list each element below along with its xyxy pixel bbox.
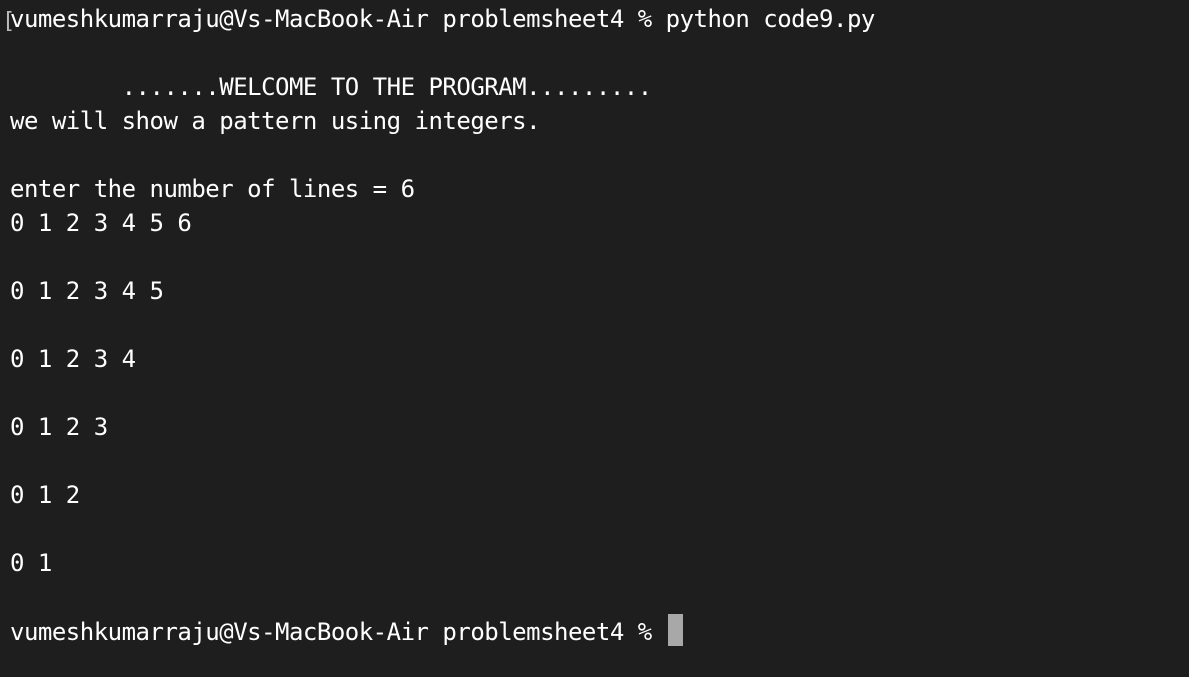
- pattern-line: 0 1 2 3 4 5: [10, 277, 164, 305]
- terminal-window[interactable]: [ vumeshkumarraju@Vs-MacBook-Air problem…: [0, 0, 1189, 677]
- shell-prompt-line[interactable]: vumeshkumarraju@Vs-MacBook-Air problemsh…: [10, 614, 1189, 648]
- pattern-line: 0 1: [10, 549, 52, 577]
- pattern-line: 0 1 2: [10, 481, 80, 509]
- pattern-line: 0 1 2 3: [10, 413, 108, 441]
- command-line: vumeshkumarraju@Vs-MacBook-Air problemsh…: [10, 5, 875, 33]
- pattern-line: 0 1 2 3 4 5 6: [10, 209, 192, 237]
- description-line: we will show a pattern using integers.: [10, 107, 541, 135]
- mark-indicator: [: [2, 9, 15, 34]
- text-cursor: [667, 614, 683, 646]
- shell-prompt: vumeshkumarraju@Vs-MacBook-Air problemsh…: [10, 618, 666, 646]
- pattern-line: 0 1 2 3 4: [10, 345, 136, 373]
- welcome-line: .......WELCOME TO THE PROGRAM.........: [10, 73, 653, 101]
- input-prompt-line: enter the number of lines = 6: [10, 175, 415, 203]
